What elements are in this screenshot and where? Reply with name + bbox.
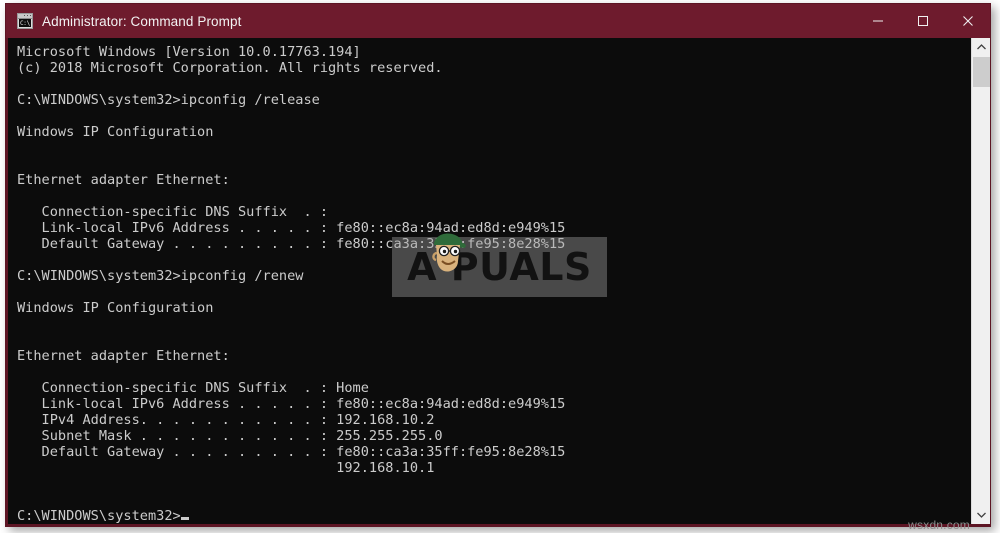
terminal-line: Ethernet adapter Ethernet: [17,348,230,364]
minimize-button[interactable] [855,4,900,38]
command-prompt-window: C:\. Administrator: Command Prompt [5,3,991,527]
terminal-line: Link-local IPv6 Address . . . . . : fe80… [17,220,566,236]
command-prompt-icon-glyph: C:\. [19,19,31,27]
terminal-line: Default Gateway . . . . . . . . . : fe80… [17,236,566,252]
terminal-cursor [180,517,189,520]
terminal-line: Windows IP Configuration [17,124,214,140]
terminal-line: Ethernet adapter Ethernet: [17,172,230,188]
terminal-area: Microsoft Windows [Version 10.0.17763.19… [6,38,990,526]
terminal-output[interactable]: Microsoft Windows [Version 10.0.17763.19… [8,38,971,524]
terminal-line: Microsoft Windows [Version 10.0.17763.19… [17,44,361,60]
terminal-line: Connection-specific DNS Suffix . : [17,204,328,220]
terminal-scrollbar[interactable] [971,38,990,524]
window-titlebar[interactable]: C:\. Administrator: Command Prompt [6,4,990,38]
terminal-line: Link-local IPv6 Address . . . . . : fe80… [17,396,566,412]
terminal-line: Default Gateway . . . . . . . . . : fe80… [17,444,566,460]
screenshot-root: C:\. Administrator: Command Prompt [0,0,1000,533]
terminal-line: 192.168.10.1 [17,460,435,476]
terminal-line: IPv4 Address. . . . . . . . . . . : 192.… [17,412,435,428]
terminal-line: C:\WINDOWS\system32>ipconfig /renew [17,268,304,284]
terminal-line: Subnet Mask . . . . . . . . . . . : 255.… [17,428,443,444]
scroll-down-arrow-icon[interactable] [972,506,990,524]
scroll-up-arrow-icon[interactable] [972,38,990,56]
terminal-line: Connection-specific DNS Suffix . : Home [17,380,369,396]
scrollbar-thumb[interactable] [973,57,990,87]
command-prompt-icon: C:\. [17,13,33,29]
terminal-line: Windows IP Configuration [17,300,214,316]
window-title: Administrator: Command Prompt [42,13,242,29]
window-controls [855,4,990,38]
terminal-line: C:\WINDOWS\system32>ipconfig /release [17,92,320,108]
terminal-prompt-text: C:\WINDOWS\system32> [17,508,181,524]
close-button[interactable] [945,4,990,38]
terminal-prompt-line: C:\WINDOWS\system32> [17,508,971,524]
maximize-button[interactable] [900,4,945,38]
terminal-line: (c) 2018 Microsoft Corporation. All righ… [17,60,443,76]
